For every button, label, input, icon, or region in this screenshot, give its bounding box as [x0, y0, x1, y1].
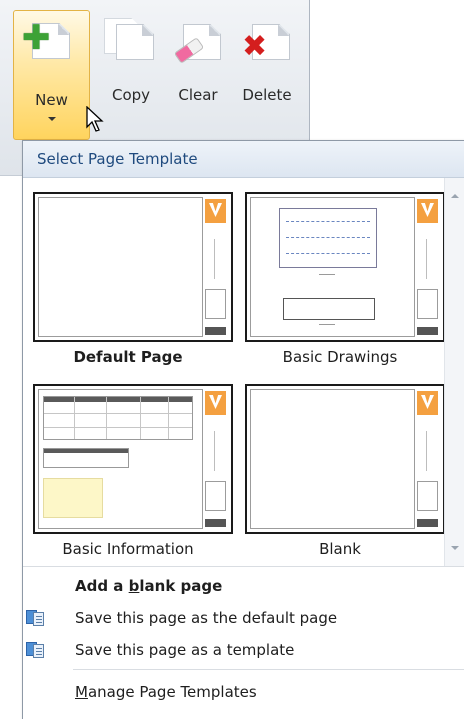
copy-page-label: Copy [111, 86, 151, 104]
scroll-up-icon[interactable] [451, 194, 459, 198]
template-gallery: Default Page Basic Drawings Basic Inform… [23, 178, 445, 566]
info-note-preview [43, 478, 103, 518]
title-block-strip [202, 389, 228, 529]
mouse-cursor-icon [86, 106, 104, 132]
template-thumbnail [245, 384, 445, 534]
title-block-strip [202, 197, 228, 337]
save-as-default-page-item[interactable]: Save this page as the default page [23, 603, 464, 635]
page-template-dropdown: Select Page Template Default Page Basic … [22, 140, 464, 719]
menu-item-label: Manage Page Templates [75, 683, 257, 701]
copy-page-icon [116, 24, 154, 60]
template-basic-information[interactable]: Basic Information [28, 376, 233, 558]
menu-item-label: Save this page as a template [75, 641, 295, 659]
info-table-preview-small [43, 448, 129, 468]
menu-item-label: Add a blank page [75, 577, 223, 595]
save-page-icon [26, 608, 46, 626]
add-blank-page-item[interactable]: Add a blank page [23, 571, 464, 603]
template-thumbnail [245, 192, 445, 342]
template-label: Basic Drawings [282, 348, 398, 366]
manage-page-templates-item[interactable]: Manage Page Templates [23, 677, 464, 709]
gallery-scrollbar[interactable] [444, 178, 464, 566]
new-page-button[interactable]: ✚ New [13, 10, 90, 140]
template-default-page[interactable]: Default Page [28, 184, 233, 366]
menu-separator [73, 669, 464, 670]
save-as-template-item[interactable]: Save this page as a template [23, 635, 464, 667]
template-basic-drawings[interactable]: Basic Drawings [240, 184, 445, 366]
template-label: Default Page [73, 348, 183, 366]
template-label: Blank [319, 540, 361, 558]
info-table-preview [43, 396, 193, 440]
template-label: Basic Information [62, 540, 194, 558]
delete-page-button[interactable]: ✖ Delete [234, 12, 300, 130]
title-block-strip [414, 389, 440, 529]
drawing-preview-box [283, 298, 375, 320]
clear-page-button[interactable]: Clear [165, 12, 231, 130]
divider [23, 566, 464, 567]
save-template-icon [26, 640, 46, 658]
logo-icon [417, 391, 438, 415]
menu-item-label: Save this page as the default page [75, 609, 338, 627]
template-blank[interactable]: Blank [240, 376, 445, 558]
scroll-down-icon[interactable] [451, 546, 459, 550]
logo-icon [417, 199, 438, 223]
delete-x-icon: ✖ [242, 29, 268, 64]
plus-icon: ✚ [22, 18, 51, 58]
logo-icon [205, 391, 226, 415]
template-thumbnail [33, 384, 233, 534]
panel-header: Select Page Template [23, 141, 464, 178]
clear-page-label: Clear [178, 86, 218, 104]
title-block-strip [414, 197, 440, 337]
logo-icon [205, 199, 226, 223]
template-thumbnail [33, 192, 233, 342]
drawing-preview [279, 208, 377, 268]
dropdown-arrow-icon[interactable] [48, 117, 56, 121]
new-page-label: New [35, 91, 68, 109]
delete-page-label: Delete [242, 86, 292, 104]
copy-page-button[interactable]: Copy [98, 12, 164, 130]
